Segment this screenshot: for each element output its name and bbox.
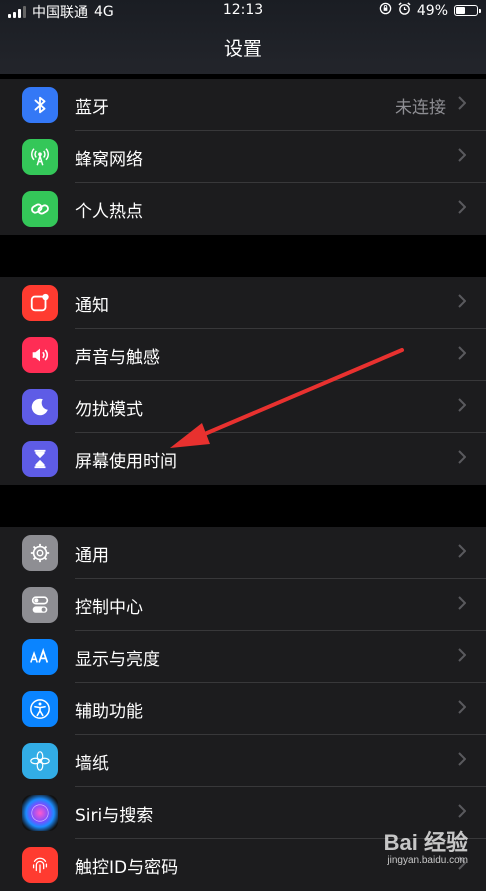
notifications-icon [22,285,58,321]
watermark-main: Bai 经验 [383,830,468,855]
settings-row-general[interactable]: 通用 [0,527,486,579]
chevron-right-icon [458,450,466,464]
row-label: 声音与触感 [75,348,160,368]
fingerprint-icon [22,847,58,883]
status-right: 49% [379,2,481,19]
chevron-right-icon [458,294,466,308]
row-label: 触控ID与密码 [75,858,179,878]
chevron-right-icon [458,200,466,214]
chevron-right-icon [458,148,466,162]
settings-row-bluetooth[interactable]: 蓝牙 未连接 [0,79,486,131]
settings-row-notifications[interactable]: 通知 [0,277,486,329]
chevron-right-icon [458,596,466,610]
battery-icon [454,5,481,16]
row-label: 个人热点 [75,202,143,222]
settings-row-cellular[interactable]: 蜂窝网络 [0,131,486,183]
row-label: Siri与搜索 [75,806,154,826]
row-value: 未连接 [395,98,446,118]
accessibility-icon [22,691,58,727]
display-aa-icon [22,639,58,675]
settings-row-display[interactable]: 显示与亮度 [0,631,486,683]
chevron-right-icon [458,648,466,662]
baidu-watermark: Bai 经验 jingyan.baidu.com [384,831,468,867]
settings-row-do-not-disturb[interactable]: 勿扰模式 [0,381,486,433]
chevron-right-icon [458,752,466,766]
settings-row-accessibility[interactable]: 辅助功能 [0,683,486,735]
chevron-right-icon [458,804,466,818]
row-label: 通用 [75,546,109,566]
moon-icon [22,389,58,425]
settings-row-control-center[interactable]: 控制中心 [0,579,486,631]
row-label: 蜂窝网络 [75,150,143,170]
page-title: 设置 [223,38,262,60]
gear-icon [22,535,58,571]
siri-icon [22,795,58,831]
row-label: 勿扰模式 [75,400,143,420]
bluetooth-icon [22,87,58,123]
chevron-right-icon [458,398,466,412]
row-label: 通知 [75,296,109,316]
settings-group-connectivity: 蓝牙 未连接 蜂窝网络 个人热点 [0,79,486,235]
chevron-right-icon [458,544,466,558]
settings-group-notifications: 通知 声音与触感 勿扰模式 屏幕使用时间 [0,277,486,485]
chevron-right-icon [458,346,466,360]
cellular-icon [22,139,58,175]
row-label: 蓝牙 [75,98,109,118]
row-label: 墙纸 [75,754,109,774]
battery-percent: 49% [416,2,448,19]
wallpaper-flower-icon [22,743,58,779]
rotation-lock-icon [379,2,392,19]
watermark-sub: jingyan.baidu.com [387,855,468,866]
row-label: 辅助功能 [75,702,143,722]
settings-row-wallpaper[interactable]: 墙纸 [0,735,486,787]
settings-row-screen-time[interactable]: 屏幕使用时间 [0,433,486,485]
row-label: 屏幕使用时间 [75,452,177,472]
settings-row-sounds[interactable]: 声音与触感 [0,329,486,381]
row-label: 控制中心 [75,598,143,618]
toggles-icon [22,587,58,623]
row-label: 显示与亮度 [75,650,160,670]
sound-icon [22,337,58,373]
status-bar: 中国联通 4G 12:13 49% [0,0,486,22]
chevron-right-icon [458,700,466,714]
alarm-icon [398,2,411,19]
settings-row-hotspot[interactable]: 个人热点 [0,183,486,235]
hotspot-icon [22,191,58,227]
hourglass-icon [22,441,58,477]
chevron-right-icon [458,96,466,110]
